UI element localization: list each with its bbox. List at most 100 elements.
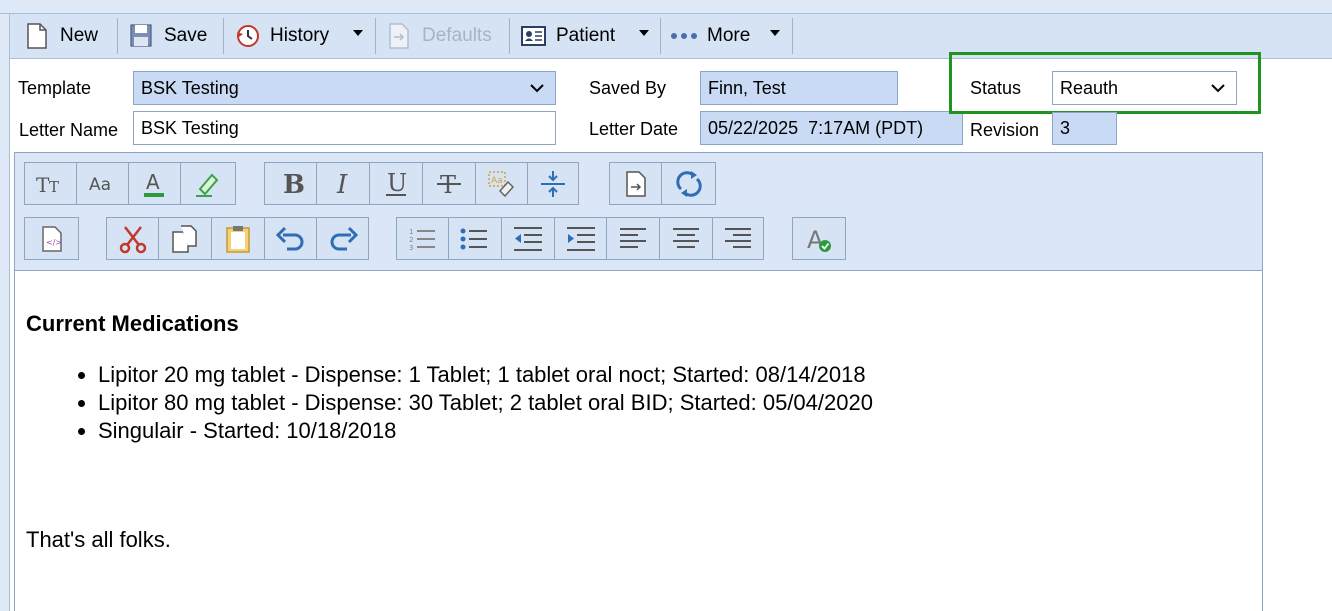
toolbar-separator	[660, 18, 661, 54]
font-color-button[interactable]: A	[129, 163, 181, 204]
bullet-list-button[interactable]	[449, 218, 502, 259]
saved-by-label: Saved By	[589, 78, 667, 98]
saved-by-value: Finn, Test	[708, 77, 786, 98]
format-tool-group: B I U T Aa	[264, 162, 579, 205]
svg-text:3: 3	[409, 244, 413, 252]
strikethrough-button[interactable]: T	[423, 163, 476, 204]
medication-list: Lipitor 20 mg tablet - Dispense: 1 Table…	[98, 361, 1246, 445]
underline-button[interactable]: U	[370, 163, 423, 204]
copy-icon	[172, 224, 197, 253]
underline-icon: U	[386, 169, 407, 197]
chevron-down-icon	[530, 84, 544, 93]
insert-template-button[interactable]	[610, 163, 662, 204]
bold-icon: B	[283, 170, 305, 199]
indent-button[interactable]	[555, 218, 607, 259]
closing-text: That's all folks.	[26, 527, 171, 552]
status-select[interactable]: Reauth	[1052, 71, 1237, 105]
highlight-icon	[196, 173, 219, 197]
insert-template-icon	[625, 170, 646, 197]
italic-button[interactable]: I	[317, 163, 370, 204]
history-clock-icon	[237, 25, 259, 47]
letter-date-label: Letter Date	[589, 119, 679, 139]
patient-card-icon	[521, 26, 546, 46]
source-icon: </>	[41, 225, 62, 252]
more-button[interactable]: More	[670, 18, 750, 54]
font-color-icon: A	[143, 170, 164, 197]
svg-text:</>: </>	[46, 238, 62, 247]
outdent-button[interactable]	[502, 218, 555, 259]
defaults-icon	[389, 23, 409, 49]
template-select[interactable]: BSK Testing	[133, 71, 556, 105]
saved-by-field: Finn, Test	[700, 71, 898, 105]
refresh-button[interactable]	[662, 163, 715, 204]
bold-button[interactable]: B	[265, 163, 317, 204]
letter-name-input[interactable]: BSK Testing	[133, 111, 556, 145]
svg-text:I: I	[336, 170, 348, 199]
numbered-list-icon: 123	[409, 228, 435, 252]
history-dropdown-caret-icon[interactable]	[353, 30, 363, 36]
undo-icon	[275, 226, 303, 250]
status-label: Status	[970, 78, 1022, 98]
copy-button[interactable]	[159, 218, 212, 259]
align-center-icon	[673, 227, 699, 248]
letter-date-field: 05/22/2025 7:17AM (PDT)	[700, 111, 963, 145]
more-dots-icon	[671, 33, 697, 39]
cut-button[interactable]	[107, 218, 159, 259]
align-center-button[interactable]	[660, 218, 713, 259]
clear-format-icon: Aa	[487, 170, 514, 197]
line-height-button[interactable]	[528, 163, 578, 204]
spellcheck-button[interactable]: A	[793, 218, 845, 259]
font-family-button[interactable]: TT	[25, 163, 77, 204]
save-button[interactable]: Save	[128, 18, 207, 54]
title-strip	[0, 0, 1332, 14]
new-label: New	[60, 25, 99, 46]
revision-label: Revision	[970, 120, 1040, 140]
spellcheck-icon: A	[807, 226, 831, 254]
rich-text-editor: TT Aa A B I U T Aa </> 1 2 3 A Current M…	[14, 152, 1263, 611]
svg-text:A: A	[146, 170, 160, 194]
letter-name-value: BSK Testing	[141, 117, 239, 138]
letter-date-value: 05/22/2025 7:17AM (PDT)	[708, 117, 924, 138]
more-dropdown-caret-icon[interactable]	[770, 30, 780, 36]
outdent-icon	[514, 226, 542, 251]
template-tool-group	[609, 162, 716, 205]
defaults-button[interactable]: Defaults	[386, 18, 492, 54]
align-left-button[interactable]	[607, 218, 660, 259]
toolbar-separator	[117, 18, 118, 54]
source-button[interactable]: </>	[25, 218, 78, 259]
new-button[interactable]: New	[24, 18, 98, 54]
line-height-icon	[541, 170, 565, 197]
paste-icon	[226, 225, 250, 253]
svg-text:T: T	[36, 173, 50, 197]
align-right-button[interactable]	[713, 218, 763, 259]
numbered-list-button[interactable]: 123	[397, 218, 449, 259]
paste-button[interactable]	[212, 218, 265, 259]
bullet-list-icon	[460, 228, 487, 249]
svg-text:T: T	[49, 178, 59, 196]
redo-button[interactable]	[317, 218, 368, 259]
medication-item: Singulair - Started: 10/18/2018	[98, 417, 1246, 445]
font-size-icon: Aa	[89, 175, 111, 195]
more-label: More	[707, 25, 751, 46]
save-icon	[130, 24, 152, 47]
svg-text:B: B	[283, 170, 305, 199]
history-button[interactable]: History	[234, 18, 329, 54]
toolbar-separator	[223, 18, 224, 54]
chevron-down-icon	[1211, 84, 1225, 93]
clear-format-button[interactable]: Aa	[476, 163, 528, 204]
patient-dropdown-caret-icon[interactable]	[639, 30, 649, 36]
align-right-icon	[725, 227, 751, 248]
toolbar-separator	[792, 18, 793, 54]
editor-content[interactable]: Current Medications Lipitor 20 mg tablet…	[26, 311, 1246, 552]
patient-button[interactable]: Patient	[520, 18, 615, 54]
letter-editor-window: New Save History Defaults Patient More T…	[0, 0, 1332, 611]
editor-toolbar: TT Aa A B I U T Aa </> 1 2 3 A	[15, 153, 1262, 271]
toolbar-separator	[509, 18, 510, 54]
align-left-icon	[620, 227, 646, 248]
cut-icon	[119, 225, 146, 253]
new-document-icon	[27, 23, 47, 49]
template-value: BSK Testing	[141, 77, 239, 98]
font-size-button[interactable]: Aa	[77, 163, 129, 204]
highlight-button[interactable]	[181, 163, 235, 204]
undo-button[interactable]	[265, 218, 317, 259]
